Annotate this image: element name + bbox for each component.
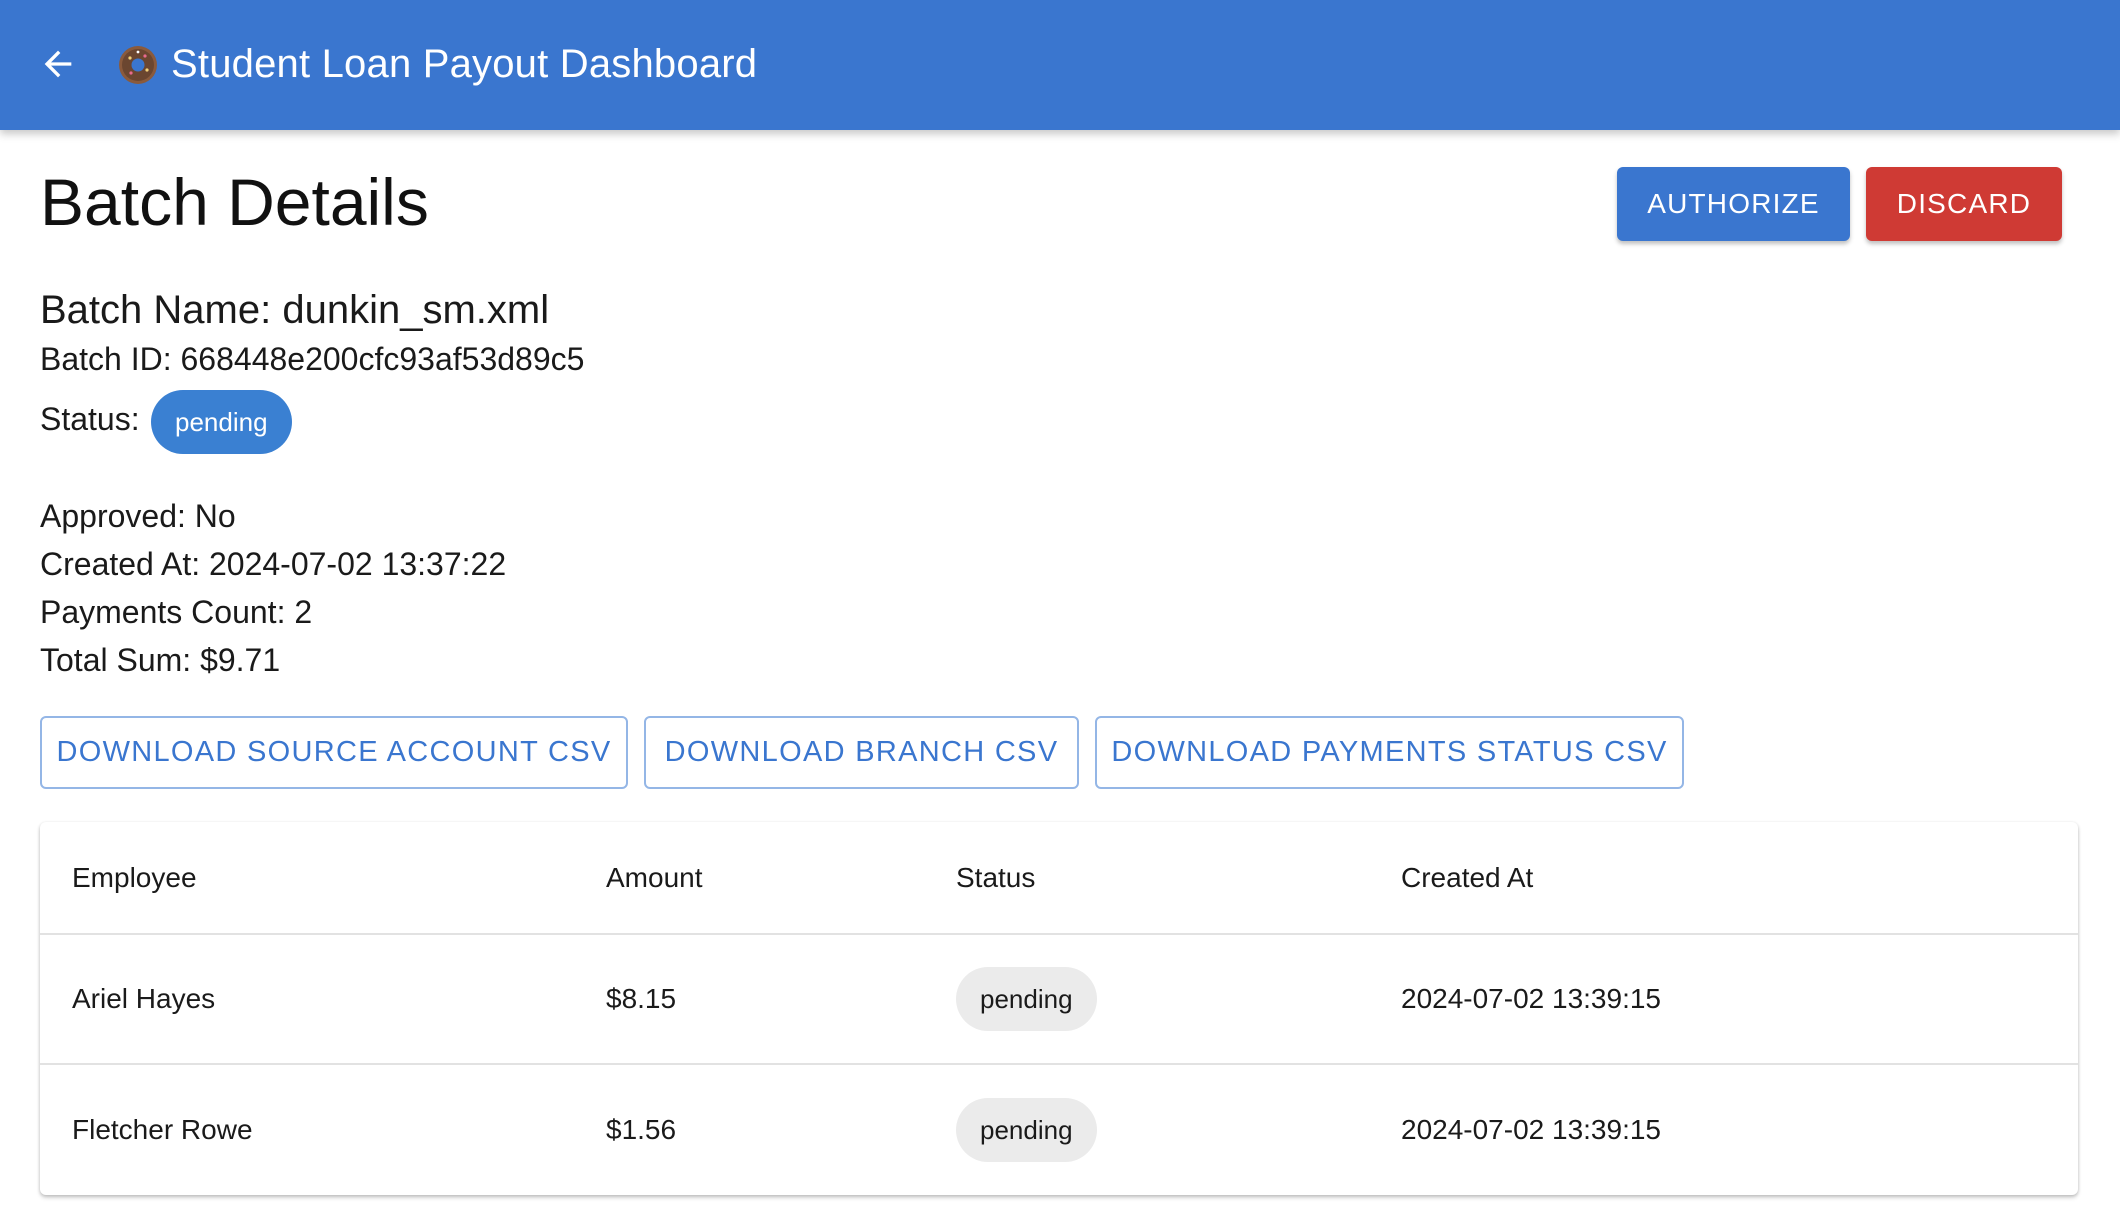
created-at-value: Created At: 2024-07-02 13:37:22 — [40, 546, 507, 582]
status-label: Status: — [40, 401, 140, 437]
back-button[interactable] — [34, 40, 82, 88]
column-header-employee: Employee — [72, 861, 197, 893]
app-title: Student Loan Payout Dashboard — [171, 42, 758, 86]
status-cell: pending — [956, 935, 1097, 1063]
created-at-cell: 2024-07-02 13:39:15 — [1401, 1114, 1661, 1145]
download-payments-status-csv-button[interactable]: DOWNLOAD PAYMENTS STATUS CSV — [1095, 716, 1684, 789]
column-header-created-at: Created At — [1401, 861, 1534, 893]
donut-icon — [119, 46, 157, 84]
table-header-row: Employee Amount Status Created At — [40, 822, 2078, 935]
approved-value: Approved: No — [40, 498, 236, 534]
batch-name: Batch Name: dunkin_sm.xml — [40, 288, 550, 332]
download-branch-csv-button[interactable]: DOWNLOAD BRANCH CSV — [644, 716, 1079, 789]
status-badge: pending — [151, 390, 292, 454]
column-header-amount: Amount — [606, 861, 703, 893]
batch-id: Batch ID: 668448e200cfc93af53d89c5 — [40, 341, 585, 377]
amount-cell: $8.15 — [606, 983, 677, 1014]
employee-cell: Ariel Hayes — [72, 983, 216, 1014]
table-row: Fletcher Rowe $1.56 pending 2024-07-02 1… — [40, 1065, 2078, 1195]
table-row: Ariel Hayes $8.15 pending 2024-07-02 13:… — [40, 935, 2078, 1065]
arrow-left-icon — [44, 50, 72, 78]
amount-cell: $1.56 — [606, 1114, 677, 1145]
status-cell: pending — [956, 1065, 1097, 1195]
app-bar: Student Loan Payout Dashboard — [0, 0, 2120, 130]
total-sum-value: Total Sum: $9.71 — [40, 642, 281, 678]
discard-button[interactable]: DISCARD — [1866, 167, 2062, 241]
page-title: Batch Details — [40, 165, 429, 239]
status-chip: pending — [956, 1098, 1097, 1162]
authorize-button[interactable]: AUTHORIZE — [1617, 167, 1850, 241]
created-at-cell: 2024-07-02 13:39:15 — [1401, 983, 1661, 1014]
payments-count-value: Payments Count: 2 — [40, 594, 313, 630]
employee-cell: Fletcher Rowe — [72, 1114, 253, 1145]
column-header-status: Status — [956, 861, 1036, 893]
download-source-account-csv-button[interactable]: DOWNLOAD SOURCE ACCOUNT CSV — [40, 716, 628, 789]
status-chip: pending — [956, 967, 1097, 1031]
payments-table: Employee Amount Status Created At Ariel … — [40, 822, 2078, 1195]
